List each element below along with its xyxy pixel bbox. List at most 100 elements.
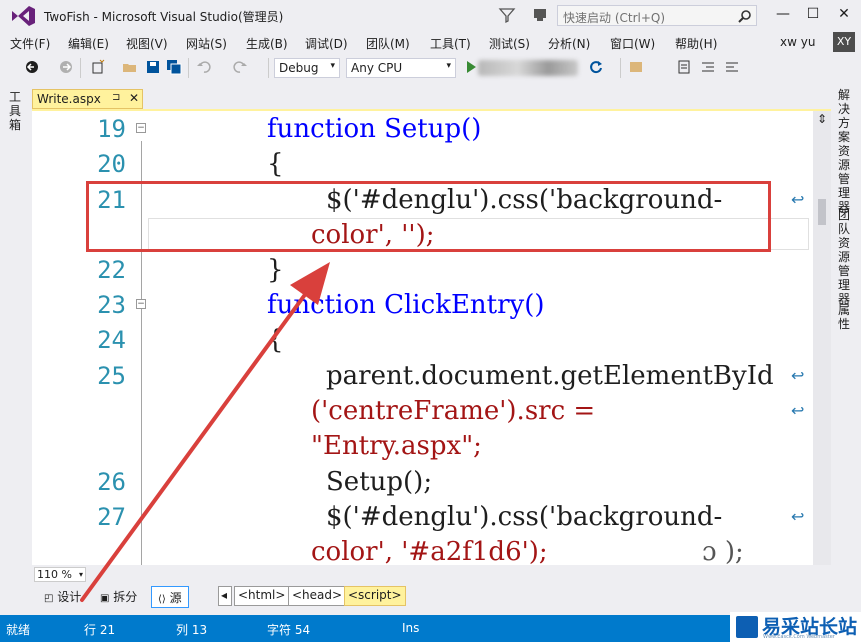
menu-debug[interactable]: 调试(D) <box>305 35 348 52</box>
code-line-wrapped: color', '#a2f1d6'); <box>311 537 548 567</box>
chevron-down-icon: ▾ <box>78 570 83 579</box>
minimize-button[interactable]: — <box>768 0 798 30</box>
maximize-button[interactable]: ☐ <box>798 0 828 30</box>
zoom-select[interactable]: 110 % ▾ <box>34 567 86 582</box>
menu-view[interactable]: 视图(V) <box>126 35 168 52</box>
menu-build[interactable]: 生成(B) <box>246 35 288 52</box>
watermark-subtext: Www.Easck.Com Webmaster <box>763 634 835 640</box>
scrollbar-thumb[interactable] <box>818 199 826 225</box>
code-line: { <box>267 149 284 179</box>
status-line: 行 21 <box>84 623 116 637</box>
menu-file[interactable]: 文件(F) <box>10 35 50 52</box>
filter-icon[interactable] <box>498 6 516 24</box>
configuration-value: Debug <box>279 61 319 75</box>
code-line: parent.document.getElementById <box>326 361 774 391</box>
properties-tab[interactable]: 属性 <box>838 303 852 331</box>
platform-value: Any CPU <box>351 61 403 75</box>
toolbox-tab[interactable]: 工具箱 <box>9 90 23 132</box>
avatar[interactable]: XY <box>833 32 855 52</box>
editor-zoom-bar <box>32 565 831 583</box>
split-editor-icon[interactable]: ⇕ <box>815 112 829 126</box>
status-column: 列 13 <box>176 623 208 637</box>
vertical-scrollbar[interactable]: ⇕ <box>813 111 831 565</box>
code-line: function Setup() <box>267 114 482 144</box>
zoom-value: 110 % <box>37 568 72 581</box>
tab-label: Write.aspx <box>37 92 101 106</box>
start-debugging-icon[interactable] <box>463 59 479 75</box>
quick-launch-placeholder: 快速启动 (Ctrl+Q) <box>563 11 666 25</box>
forward-icon[interactable] <box>58 59 74 75</box>
source-icon: ⟨⟩ <box>158 594 166 605</box>
menu-test[interactable]: 测试(S) <box>489 35 530 52</box>
new-project-icon[interactable] <box>90 59 106 75</box>
word-wrap-icon: ↩ <box>791 190 805 209</box>
code-line: $('#denglu').css('background- <box>326 502 723 532</box>
window-title: TwoFish - Microsoft Visual Studio(管理员) <box>44 10 284 24</box>
split-icon: ▣ <box>100 593 110 604</box>
source-view-button[interactable]: ⟨⟩ 源 <box>151 586 189 608</box>
watermark-logo-icon <box>736 616 758 638</box>
breadcrumb-html[interactable]: <html> <box>234 586 290 606</box>
menu-window[interactable]: 窗口(W) <box>610 35 655 52</box>
line-number: 22 <box>97 256 126 284</box>
chevron-down-icon: ▾ <box>446 61 451 71</box>
line-number: 25 <box>97 362 126 390</box>
redo-icon[interactable] <box>232 59 248 75</box>
design-icon: ◰ <box>44 593 54 604</box>
design-view-button[interactable]: ◰ 设计 <box>38 586 87 608</box>
line-number: 27 <box>97 503 126 531</box>
menu-help[interactable]: 帮助(H) <box>675 35 717 52</box>
close-button[interactable]: ✕ <box>829 0 859 30</box>
solution-explorer-tab[interactable]: 解决方案资源管理器 <box>838 88 852 214</box>
browser-select-blurred[interactable] <box>478 60 578 76</box>
indent-icon[interactable] <box>700 59 716 75</box>
menu-analyze[interactable]: 分析(N) <box>548 35 590 52</box>
split-view-button[interactable]: ▣ 拆分 <box>94 586 143 608</box>
code-line-wrapped: "Entry.aspx"; <box>311 431 482 461</box>
quick-launch-input[interactable]: 快速启动 (Ctrl+Q) <box>557 5 757 26</box>
visual-studio-logo-icon <box>12 6 35 26</box>
toolbar-separator <box>188 58 189 78</box>
comment-icon[interactable] <box>676 59 692 75</box>
solution-platform-select[interactable]: Any CPU ▾ <box>346 58 456 78</box>
toolbar-separator <box>80 58 81 78</box>
menu-team[interactable]: 团队(M) <box>366 35 410 52</box>
refresh-icon[interactable] <box>588 59 604 75</box>
breadcrumb-back-button[interactable]: ◂ <box>218 586 232 606</box>
breadcrumb-head[interactable]: <head> <box>288 586 347 606</box>
browser-link-icon[interactable] <box>628 59 644 75</box>
word-wrap-icon: ↩ <box>791 507 805 526</box>
menu-website[interactable]: 网站(S) <box>186 35 227 52</box>
code-line: { <box>267 325 284 355</box>
user-name[interactable]: xw yu <box>780 35 831 49</box>
menu-edit[interactable]: 编辑(E) <box>68 35 109 52</box>
outdent-icon[interactable] <box>724 59 740 75</box>
status-char: 字符 54 <box>267 623 311 637</box>
tab-write-aspx[interactable]: Write.aspx ⊐ ✕ <box>32 89 143 109</box>
open-file-icon[interactable] <box>122 59 138 75</box>
toolbar-separator <box>268 58 269 78</box>
breadcrumb-script[interactable]: <script> <box>344 586 406 606</box>
collapse-toggle[interactable]: − <box>136 299 146 309</box>
save-all-icon[interactable] <box>166 59 182 75</box>
status-insert-mode: Ins <box>402 621 420 635</box>
menu-bar: 文件(F) 编辑(E) 视图(V) 网站(S) 生成(B) 调试(D) 团队(M… <box>0 32 861 54</box>
code-line: function ClickEntry() <box>267 290 545 320</box>
pin-icon[interactable]: ⊐ <box>112 92 120 103</box>
feedback-icon[interactable] <box>531 6 549 24</box>
word-wrap-icon: ↩ <box>791 366 805 385</box>
save-icon[interactable] <box>145 59 161 75</box>
toolbar: Debug ▾ Any CPU ▾ <box>0 55 861 81</box>
team-explorer-tab[interactable]: 团队资源管理器 <box>838 208 852 306</box>
back-icon[interactable] <box>24 59 40 75</box>
search-icon[interactable] <box>738 9 752 23</box>
collapse-toggle[interactable]: − <box>136 123 146 133</box>
solution-configuration-select[interactable]: Debug ▾ <box>274 58 340 78</box>
line-number: 26 <box>97 468 126 496</box>
menu-tools[interactable]: 工具(T) <box>430 35 471 52</box>
highlight-annotation-box <box>86 181 771 252</box>
close-icon[interactable]: ✕ <box>129 91 139 105</box>
source-label: 源 <box>169 591 182 605</box>
undo-icon[interactable] <box>196 59 212 75</box>
toolbar-separator <box>620 58 621 78</box>
